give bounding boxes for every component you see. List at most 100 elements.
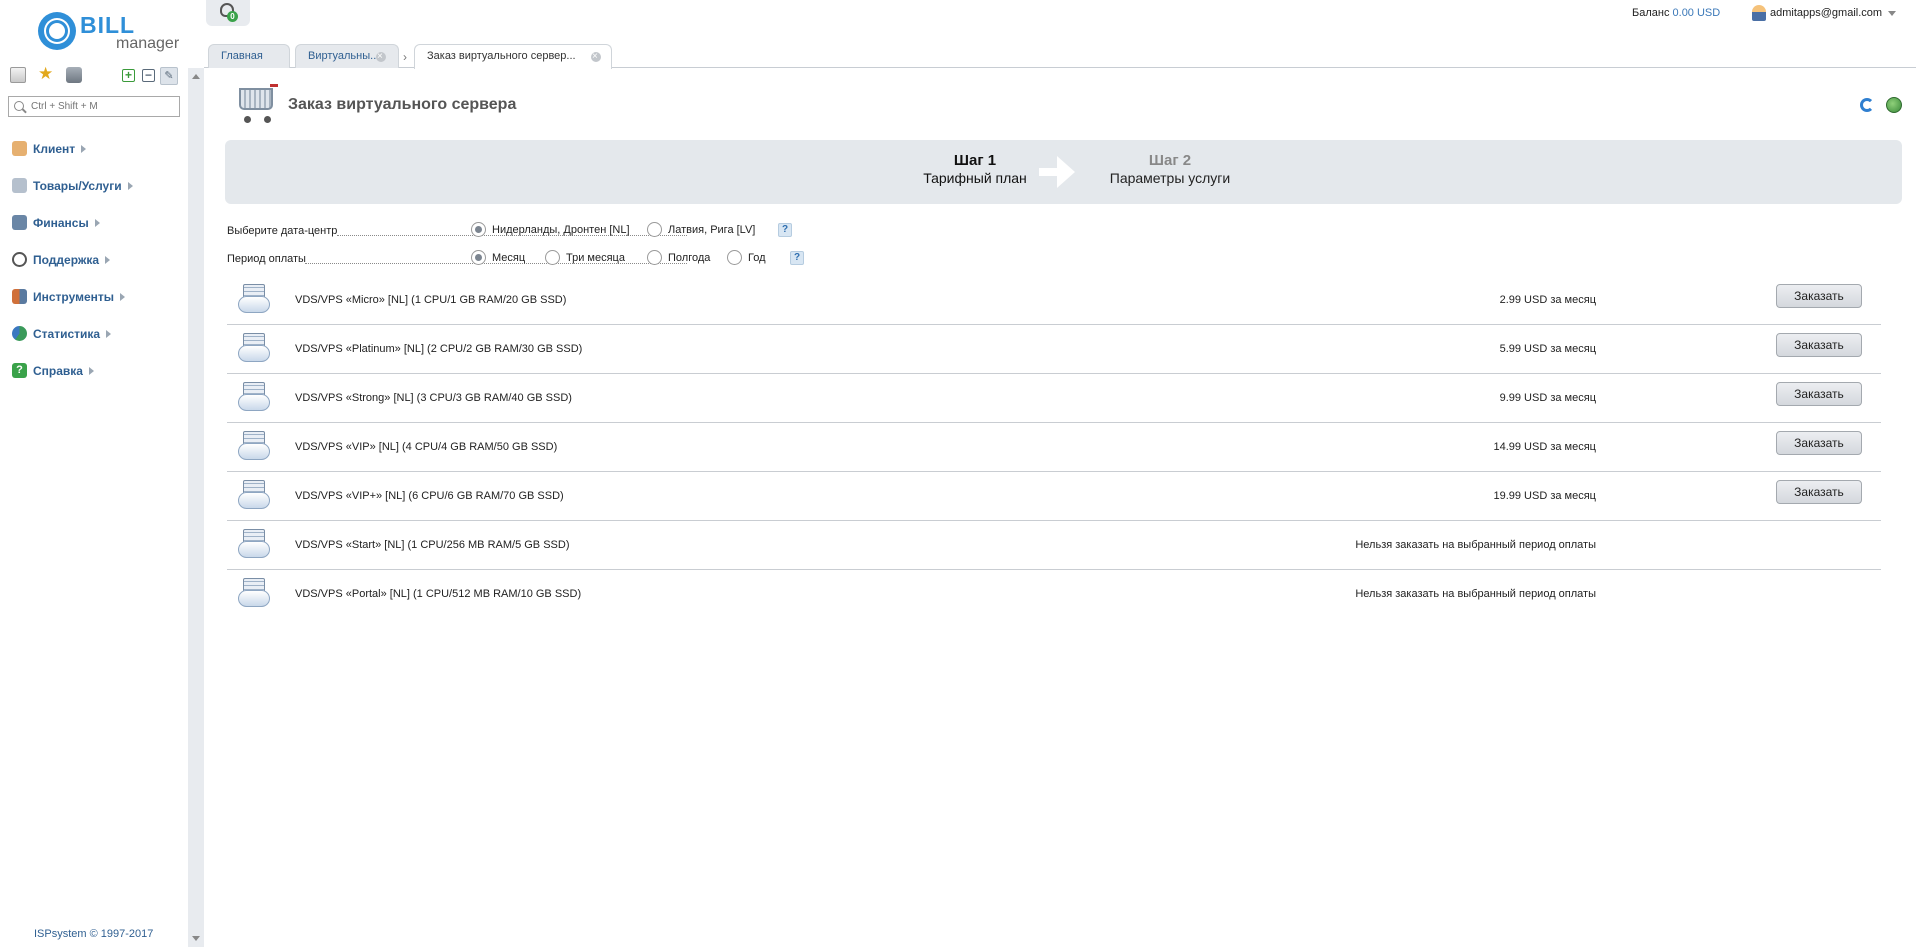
menu-item-label: Статистика — [33, 326, 101, 341]
sidebar-search[interactable] — [8, 96, 180, 117]
close-tab-icon[interactable] — [591, 45, 601, 68]
radio-label: Латвия, Рига [LV] — [668, 223, 756, 236]
chevron-down-icon — [1888, 10, 1897, 16]
tab-virtual-servers[interactable]: Виртуальны... — [295, 44, 399, 68]
user-email: admitapps@gmail.com — [1770, 7, 1883, 19]
order-button[interactable]: Заказать — [1776, 480, 1862, 504]
headset-icon — [12, 252, 27, 267]
breadcrumb-separator-icon: › — [403, 50, 407, 64]
radio-label: Полгода — [668, 251, 711, 264]
menu-item-statistics[interactable]: Статистика — [12, 315, 182, 352]
radio-button[interactable] — [727, 250, 742, 265]
notifications-button[interactable]: 0 — [206, 0, 250, 26]
menu-item-label: Поддержка — [33, 252, 100, 267]
tariff-name: VDS/VPS «Micro» [NL] (1 CPU/1 GB RAM/20 … — [295, 294, 567, 306]
step-2: Шаг 2 Параметры услуги — [1095, 152, 1245, 186]
step-number: Шаг 2 — [1148, 152, 1192, 169]
tariff-unavailable-note: Нельзя заказать на выбранный период опла… — [1355, 539, 1596, 551]
sidebar: BILL manager ★ + − ✎ Клиент Товары/Услуг… — [0, 0, 188, 947]
scroll-down-icon[interactable] — [192, 936, 200, 941]
payment-period-label: Период оплаты — [227, 253, 306, 265]
radio-label: Три месяца — [566, 251, 625, 264]
menu-item-finance[interactable]: Финансы — [12, 204, 182, 241]
menu-item-label: Инструменты — [33, 289, 115, 304]
chevron-right-icon — [120, 292, 126, 301]
radio-button[interactable] — [471, 222, 486, 237]
chevron-right-icon — [88, 366, 94, 375]
tariff-row: VDS/VPS «Micro» [NL] (1 CPU/1 GB RAM/20 … — [227, 276, 1881, 325]
datacenter-field: Выберите дата-центр Нидерланды, Дронтен … — [227, 220, 1127, 240]
tab-home[interactable]: Главная — [208, 44, 290, 68]
cloud-server-icon — [237, 478, 271, 512]
step-1: Шаг 1 Тарифный план — [905, 152, 1045, 186]
menu-item-tools[interactable]: Инструменты — [12, 278, 182, 315]
tariff-price: 14.99 USD за месяц — [1493, 441, 1596, 453]
radio-button[interactable] — [471, 250, 486, 265]
user-menu[interactable]: admitapps@gmail.com — [1752, 5, 1897, 21]
order-button[interactable]: Заказать — [1776, 382, 1862, 406]
help-icon[interactable]: ? — [778, 223, 792, 237]
radio-period-half-year[interactable]: Полгода — [647, 250, 710, 265]
tab-label: Виртуальны... — [308, 50, 380, 62]
tariff-name: VDS/VPS «Portal» [NL] (1 CPU/512 MB RAM/… — [295, 588, 582, 600]
radio-button[interactable] — [545, 250, 560, 265]
menu-item-label: Товары/Услуги — [33, 178, 122, 193]
menu-item-help[interactable]: ? Справка — [12, 352, 182, 389]
order-button[interactable]: Заказать — [1776, 431, 1862, 455]
page-title: Заказ виртуального сервера — [288, 96, 517, 113]
billmanager-logo[interactable]: BILL manager — [38, 10, 179, 56]
tariff-row: VDS/VPS «VIP» [NL] (4 CPU/4 GB RAM/50 GB… — [227, 423, 1881, 472]
tariff-row: VDS/VPS «Portal» [NL] (1 CPU/512 MB RAM/… — [227, 570, 1881, 619]
radio-button[interactable] — [647, 222, 662, 237]
help-icon[interactable]: ? — [790, 251, 804, 265]
globe-icon[interactable] — [1886, 97, 1902, 113]
tariff-row: VDS/VPS «VIP+» [NL] (6 CPU/6 GB RAM/70 G… — [227, 472, 1881, 521]
chevron-right-icon — [81, 144, 87, 153]
radio-label: Год — [748, 251, 766, 264]
menu-item-client[interactable]: Клиент — [12, 130, 182, 167]
sidebar-scrollbar[interactable] — [188, 68, 204, 947]
collapse-all-icon[interactable]: − — [142, 69, 155, 82]
radio-label: Нидерланды, Дронтен [NL] — [492, 223, 630, 236]
finance-icon — [12, 215, 27, 230]
radio-period-three-months[interactable]: Три месяца — [545, 250, 625, 265]
menu-search-input[interactable] — [31, 99, 176, 114]
radio-label: Месяц — [492, 251, 526, 264]
logo-mark-icon — [38, 12, 76, 50]
menu-item-support[interactable]: Поддержка — [12, 241, 182, 278]
refresh-icon[interactable] — [1860, 98, 1874, 112]
radio-period-month[interactable]: Месяц — [471, 250, 525, 265]
balance[interactable]: Баланс 0.00 USD — [1632, 7, 1720, 19]
close-tab-icon[interactable] — [376, 45, 386, 68]
tariff-row: VDS/VPS «Start» [NL] (1 CPU/256 MB RAM/5… — [227, 521, 1881, 570]
favorites-star-icon[interactable]: ★ — [38, 65, 54, 83]
tariff-price: 9.99 USD за месяц — [1499, 392, 1596, 404]
tab-label: Заказ виртуального сервер... — [427, 50, 576, 62]
expand-all-icon[interactable]: + — [122, 69, 135, 82]
briefcase-icon[interactable] — [66, 67, 82, 83]
notification-count-badge: 0 — [227, 11, 238, 22]
payment-period-field: Период оплаты Месяц Три месяца Полгода Г… — [227, 248, 1127, 268]
menu-item-products[interactable]: Товары/Услуги — [12, 167, 182, 204]
chevron-right-icon — [94, 218, 100, 227]
order-button[interactable]: Заказать — [1776, 333, 1862, 357]
tab-order-virtual-server[interactable]: Заказ виртуального сервер... — [414, 44, 612, 69]
wizard-steps: Шаг 1 Тарифный план Шаг 2 Параметры услу… — [225, 140, 1902, 204]
copyright[interactable]: ISPsystem © 1997-2017 — [34, 928, 153, 940]
scroll-up-icon[interactable] — [192, 74, 200, 79]
radio-datacenter-nl[interactable]: Нидерланды, Дронтен [NL] — [471, 222, 630, 237]
radio-period-year[interactable]: Год — [727, 250, 766, 265]
tariff-row: VDS/VPS «Strong» [NL] (3 CPU/3 GB RAM/40… — [227, 374, 1881, 423]
radio-datacenter-lv[interactable]: Латвия, Рига [LV] — [647, 222, 755, 237]
pin-icon[interactable]: ✎ — [160, 67, 178, 85]
radio-button[interactable] — [647, 250, 662, 265]
cloud-server-icon — [237, 429, 271, 463]
tree-view-icon[interactable] — [10, 67, 26, 83]
datacenter-label: Выберите дата-центр — [227, 225, 338, 237]
tariff-price: 19.99 USD за месяц — [1493, 490, 1596, 502]
tariff-name: VDS/VPS «Start» [NL] (1 CPU/256 MB RAM/5… — [295, 539, 570, 551]
order-button[interactable]: Заказать — [1776, 284, 1862, 308]
arrow-right-icon — [1037, 154, 1077, 190]
tariff-price: 5.99 USD за месяц — [1499, 343, 1596, 355]
tariff-price: 2.99 USD за месяц — [1499, 294, 1596, 306]
